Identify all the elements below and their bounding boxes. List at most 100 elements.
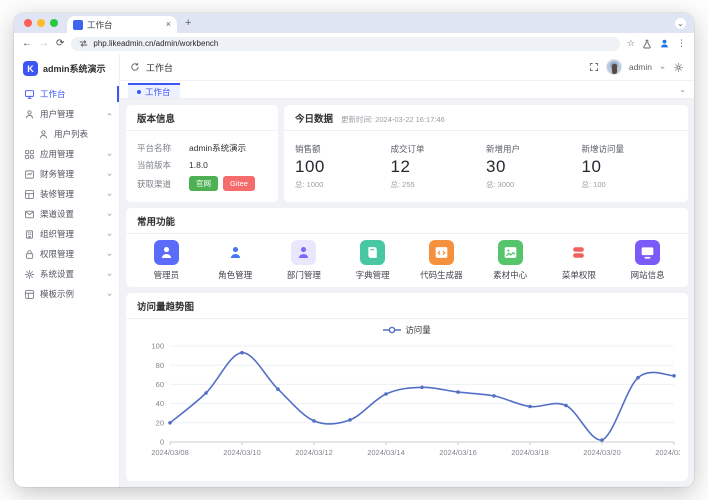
sidebar-item-user[interactable]: 用户管理 [14, 104, 119, 124]
svg-text:0: 0 [160, 438, 164, 447]
quick-item-2[interactable]: 角色管理 [201, 240, 270, 281]
zoom-window-icon[interactable] [50, 19, 58, 27]
minimize-window-icon[interactable] [37, 19, 45, 27]
fullscreen-icon[interactable] [589, 62, 599, 72]
visit-trend-card: 访问量趋势图 访问量 0204060801002024/03/082024/03… [126, 293, 688, 481]
new-tab-button[interactable]: + [185, 17, 191, 29]
tab-close-icon[interactable]: × [166, 20, 171, 29]
quick-item-label: 代码生成器 [420, 269, 463, 281]
template-icon [24, 289, 35, 300]
bookmark-star-icon[interactable]: ☆ [627, 38, 635, 49]
site-settings-icon[interactable] [79, 39, 88, 48]
sidebar-item-label: 用户列表 [54, 128, 113, 140]
sidebar-item-label: 用户管理 [40, 108, 101, 120]
refresh-icon[interactable] [130, 62, 140, 72]
close-window-icon[interactable] [24, 19, 32, 27]
sidebar-item-channel[interactable]: 渠道设置 [14, 204, 119, 224]
quick-item-label: 网站信息 [631, 269, 665, 281]
stat-item: 销售额100总: 1000 [295, 135, 391, 198]
user-avatar[interactable] [606, 59, 622, 75]
tab-search-chevron-icon[interactable]: ⌄ [675, 18, 686, 29]
sidebar-item-finance[interactable]: 财务管理 [14, 164, 119, 184]
chart-legend[interactable]: 访问量 [126, 319, 688, 336]
sidebar-item-workbench[interactable]: 工作台 [14, 84, 119, 104]
chevron-down-icon [106, 291, 113, 298]
chevron-down-icon [106, 211, 113, 218]
main-area: 工作台 admin 工作台 ⌄ [120, 54, 694, 487]
sidebar-item-app[interactable]: 应用管理 [14, 144, 119, 164]
quick-item-4[interactable]: 字典管理 [338, 240, 407, 281]
svg-text:20: 20 [156, 418, 164, 427]
stat-label: 新增用户 [486, 143, 582, 155]
sidebar-item-settings[interactable]: 系统设置 [14, 264, 119, 284]
user-icon [24, 109, 35, 120]
sidebar-item-decorate[interactable]: 装修管理 [14, 184, 119, 204]
chevron-down-icon [106, 231, 113, 238]
chevron-down-icon [106, 191, 113, 198]
platform-name-row: 平台名称 admin系统演示 [137, 142, 267, 154]
stat-item: 新增用户 30 总: 3000 [486, 135, 582, 198]
user-icon [38, 129, 49, 140]
address-bar[interactable]: php.likeadmin.cn/admin/workbench [71, 37, 620, 51]
auth-icon [24, 249, 35, 260]
quick-item-label: 素材中心 [493, 269, 527, 281]
stat-value: 100 [295, 157, 391, 177]
quick-item-6[interactable]: 素材中心 [476, 240, 545, 281]
stat-label: 成交订单 [391, 143, 487, 155]
quick-item-3[interactable]: 部门管理 [270, 240, 339, 281]
back-icon[interactable]: ← [22, 38, 32, 49]
sidebar-item-template[interactable]: 模板示例 [14, 284, 119, 304]
app-title: admin系统演示 [43, 62, 106, 75]
stat-total: 总: 255 [391, 179, 487, 190]
quick-functions-card: 常用功能 管理员角色管理部门管理字典管理代码生成器素材中心菜单权限网站信息 [126, 208, 688, 287]
line-chart: 0204060801002024/03/082024/03/102024/03/… [126, 336, 688, 481]
sidebar-item-label: 渠道设置 [40, 208, 101, 220]
version-info-card: 版本信息 平台名称 admin系统演示 当前版本 1.8.0 获 [126, 105, 278, 202]
active-tag-dot-icon [137, 90, 141, 94]
quick-item-5[interactable]: 代码生成器 [407, 240, 476, 281]
stat-value: 30 [486, 157, 582, 177]
svg-text:2024/03/16: 2024/03/16 [439, 448, 477, 457]
browser-tab[interactable]: 工作台 × [67, 16, 177, 33]
stat-label: 新增访问量 [582, 143, 678, 155]
svg-text:2024/03/08: 2024/03/08 [151, 448, 189, 457]
user-chevron-down-icon[interactable] [659, 64, 666, 71]
tags-view-bar: 工作台 ⌄ [120, 81, 694, 99]
username[interactable]: admin [629, 62, 652, 72]
quick-item-7[interactable]: 菜单权限 [545, 240, 614, 281]
gitee-button[interactable]: Gitee [223, 176, 255, 191]
stat-total: 总: 3000 [486, 179, 582, 190]
admin-icon [154, 240, 179, 265]
app-logo: K admin系统演示 [14, 54, 119, 82]
profile-icon[interactable] [659, 38, 670, 49]
sidebar-item-auth[interactable]: 权限管理 [14, 244, 119, 264]
tab-title: 工作台 [87, 19, 162, 31]
sidebar-item-user-sub[interactable]: 用户列表 [14, 124, 119, 144]
sidebar-item-org[interactable]: 组织管理 [14, 224, 119, 244]
tag-label: 工作台 [145, 86, 171, 98]
tags-chevron-down-icon[interactable]: ⌄ [679, 85, 686, 94]
site-favicon-icon [73, 20, 83, 30]
version-row: 当前版本 1.8.0 [137, 159, 267, 171]
svg-text:2024/03/14: 2024/03/14 [367, 448, 405, 457]
quick-item-1[interactable]: 管理员 [132, 240, 201, 281]
sidebar-item-label: 财务管理 [40, 168, 101, 180]
official-site-button[interactable]: 官网 [189, 176, 218, 191]
reload-icon[interactable]: ⟳ [56, 38, 64, 49]
svg-text:80: 80 [156, 361, 164, 370]
svg-text:40: 40 [156, 399, 164, 408]
admin-app: K admin系统演示 工作台用户管理用户列表应用管理财务管理装修管理渠道设置组… [14, 54, 694, 487]
quick-item-8[interactable]: 网站信息 [613, 240, 682, 281]
dict-icon [360, 240, 385, 265]
stat-total: 总: 1000 [295, 179, 391, 190]
website-icon [635, 240, 660, 265]
browser-toolbar: ← → ⟳ php.likeadmin.cn/admin/workbench ☆… [14, 33, 694, 54]
settings-gear-icon[interactable] [673, 62, 684, 73]
chrome-menu-icon[interactable]: ⋮ [677, 38, 686, 49]
svg-text:2024/03/10: 2024/03/10 [223, 448, 261, 457]
sidebar-item-label: 系统设置 [40, 268, 101, 280]
stat-total: 总: 100 [582, 179, 678, 190]
tag-workbench[interactable]: 工作台 [128, 83, 180, 98]
svg-text:2024/03/12: 2024/03/12 [295, 448, 333, 457]
labs-icon[interactable] [642, 39, 652, 49]
